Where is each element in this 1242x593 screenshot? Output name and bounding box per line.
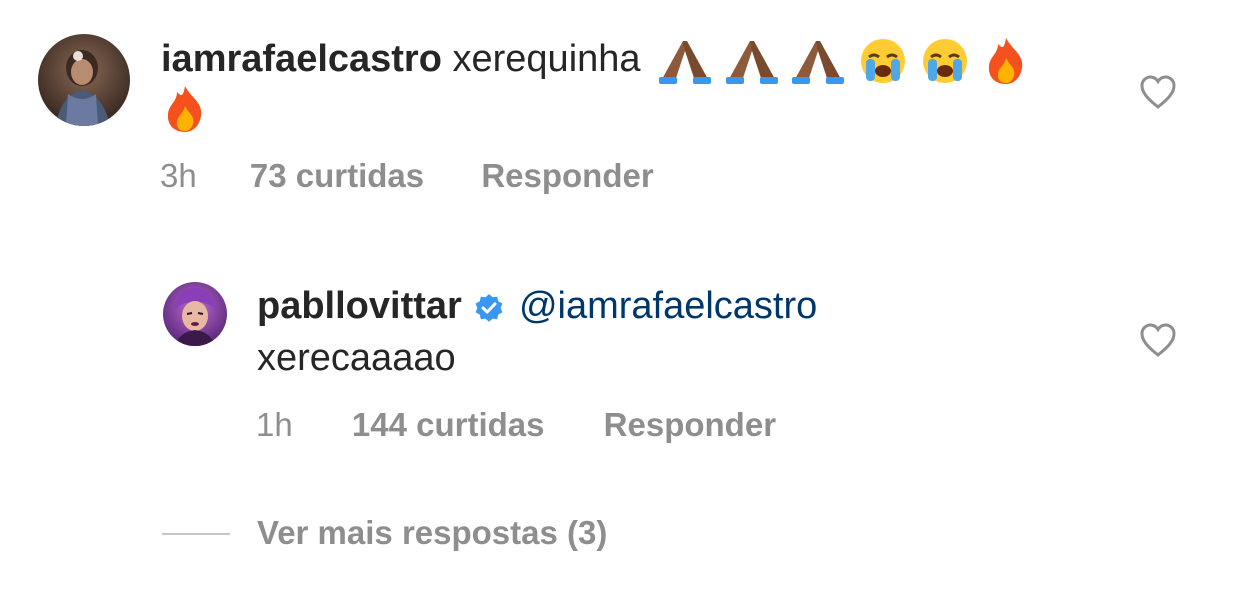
comment-text: xerecaaaao [257,337,456,379]
timestamp: 1h [256,406,293,443]
crying-face-icon [860,39,905,83]
username[interactable]: pabllovittar [257,285,462,327]
folded-hands-icon [792,41,845,84]
reply-line-1: pabllovittar @iamrafaelcastro [257,283,817,329]
reply-button[interactable]: Responder [481,157,653,194]
view-more-replies-button[interactable]: Ver mais respostas (3) [257,513,607,553]
heart-icon[interactable] [1138,72,1178,112]
view-more-divider [162,533,230,535]
username[interactable]: iamrafaelcastro [161,38,442,80]
comment-line-2 [161,84,209,134]
mention-link[interactable]: @iamrafaelcastro [519,285,817,327]
heart-icon[interactable] [1138,320,1178,360]
folded-hands-icon [725,41,778,84]
comment-text: xerequinha [452,38,641,81]
reply-line-2: xerecaaaao [257,335,456,381]
comment-1: iamrafaelcastro xerequinha 3h 73 curtida… [0,0,1242,220]
avatar[interactable] [163,282,227,346]
likes-count[interactable]: 144 curtidas [352,406,545,443]
comment-2: pabllovittar @iamrafaelcastro xerecaaaao… [0,260,1242,460]
avatar[interactable] [38,34,130,126]
likes-count[interactable]: 73 curtidas [250,157,424,194]
timestamp: 3h [160,157,197,194]
crying-face-icon [923,39,968,83]
folded-hands-icon [659,41,712,84]
comment-meta: 3h 73 curtidas Responder [160,156,654,196]
fire-icon [988,38,1023,84]
comment-line-1: iamrafaelcastro xerequinha [161,36,1030,86]
reply-button[interactable]: Responder [604,406,776,443]
comment-meta: 1h 144 curtidas Responder [256,405,776,445]
emoji-group [657,38,1030,84]
verified-badge-icon [475,293,503,322]
fire-icon [167,86,202,132]
